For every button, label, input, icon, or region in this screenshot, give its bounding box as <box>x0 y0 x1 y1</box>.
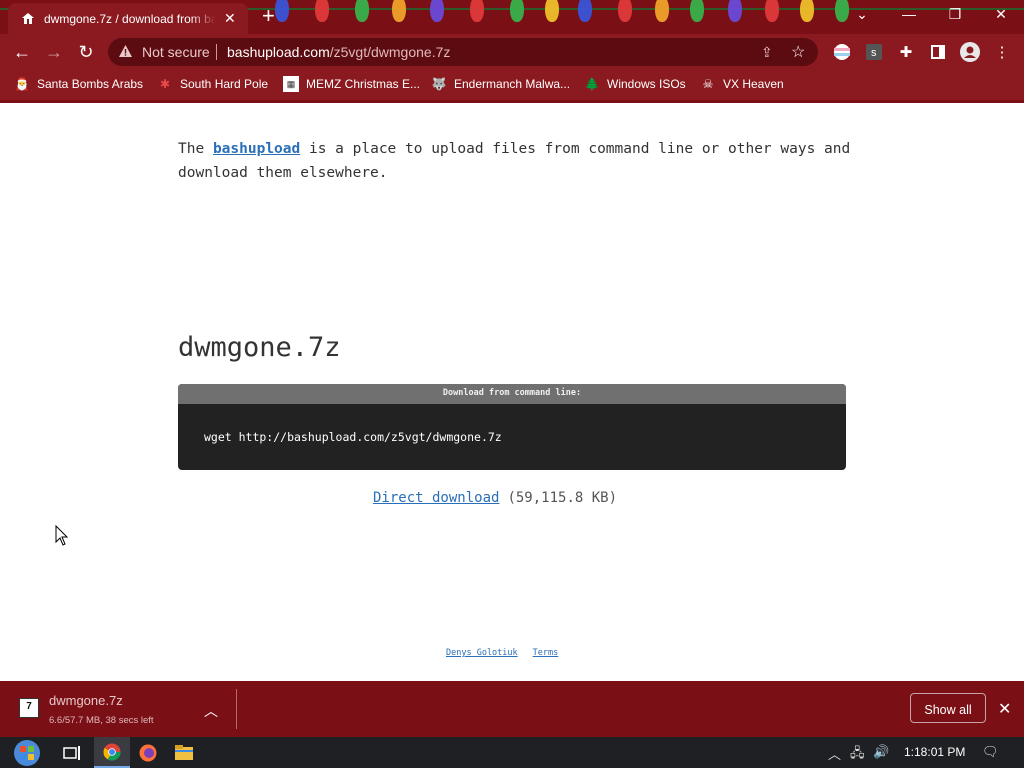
restore-icon[interactable]: ❐ <box>933 6 977 23</box>
bashupload-link[interactable]: bashupload <box>213 141 300 157</box>
light-bulb <box>510 0 524 22</box>
footer: Denys Golotiuk Terms <box>446 648 573 658</box>
profile-avatar-icon[interactable] <box>960 42 980 62</box>
show-all-button[interactable]: Show all <box>910 693 986 723</box>
light-bulb <box>765 0 779 22</box>
forward-icon[interactable]: → <box>42 42 66 63</box>
bookmark-label: Windows ISOs <box>607 77 686 91</box>
light-bulb <box>578 0 592 22</box>
tab-close-icon[interactable]: ✕ <box>224 10 236 27</box>
endermanch-icon: 🐺 <box>431 77 447 91</box>
download-shelf: 7 dwmgone.7z 6.6/57.7 MB, 38 secs left ︿… <box>0 681 1024 737</box>
memz-icon: ▦ <box>283 76 299 92</box>
light-bulb <box>315 0 329 22</box>
bookmark-label: South Hard Pole <box>180 77 269 91</box>
download-status: 6.6/57.7 MB, 38 secs left <box>49 715 154 726</box>
shelf-divider <box>236 689 237 729</box>
close-shelf-icon[interactable]: ✕ <box>998 699 1011 719</box>
svg-text:s: s <box>871 47 877 59</box>
bookmark-star-icon[interactable]: ☆ <box>791 42 805 62</box>
chevron-up-icon[interactable]: ︿ <box>828 744 841 763</box>
intro-prefix: The <box>178 141 205 157</box>
notification-icon[interactable]: 🗨 <box>982 744 999 760</box>
url-host: bashupload.com <box>227 44 330 60</box>
address-bar[interactable]: Not secure bashupload.com/z5vgt/dwmgone.… <box>108 38 818 66</box>
light-bulb <box>392 0 406 22</box>
network-icon[interactable]: 🖧 <box>850 744 865 766</box>
snowflake-icon: ✱ <box>159 77 171 91</box>
bookmark-item[interactable]: ☠ VX Heaven <box>700 76 784 92</box>
url-text[interactable]: bashupload.com/z5vgt/dwmgone.7z <box>227 44 450 60</box>
command-box: Download from command line: wget http://… <box>178 384 846 470</box>
author-link[interactable]: Denys Golotiuk <box>446 648 518 658</box>
minimize-icon[interactable]: — <box>887 6 931 22</box>
light-bulb <box>545 0 559 22</box>
extensions-puzzle-icon[interactable]: ✚ <box>896 42 916 62</box>
file-explorer-icon[interactable] <box>166 737 202 768</box>
toolbar: ← → ↻ Not secure bashupload.com/z5vgt/dw… <box>0 34 1024 70</box>
chevron-up-icon[interactable]: ︿ <box>204 701 218 721</box>
tab-active[interactable]: dwmgone.7z / download from bashupload.co… <box>8 3 248 34</box>
wget-command[interactable]: wget http://bashupload.com/z5vgt/dwmgone… <box>204 430 502 444</box>
firefox-taskbar-icon[interactable] <box>130 737 166 768</box>
direct-download-link[interactable]: Direct download <box>373 490 499 506</box>
tab-search-icon[interactable]: ⌄ <box>840 6 884 23</box>
reload-icon[interactable]: ↻ <box>74 42 98 63</box>
light-bulb <box>355 0 369 22</box>
tab-title: dwmgone.7z / download from bashupload.co… <box>44 11 216 26</box>
taskbar: ︿ 🖧 🔊 1:18:01 PM 🗨 <box>0 737 1024 768</box>
terms-link[interactable]: Terms <box>533 648 559 658</box>
bookmark-item[interactable]: 🎅 Santa Bombs Arabs <box>14 76 144 92</box>
santa-icon: 🎅 <box>14 77 30 91</box>
extension-flag-icon[interactable] <box>832 42 852 62</box>
bookmark-label: VX Heaven <box>723 77 784 91</box>
address-divider <box>216 44 217 60</box>
download-filename: dwmgone.7z <box>49 693 123 708</box>
bookmark-label: MEMZ Christmas E... <box>306 77 421 91</box>
light-bulb <box>655 0 669 22</box>
mouse-cursor-icon <box>55 524 69 551</box>
download-line: Direct download (59,115.8 KB) <box>373 490 617 506</box>
vx-icon: ☠ <box>702 77 714 91</box>
bookmark-item[interactable]: ✱ South Hard Pole <box>157 76 268 92</box>
bashupload-favicon-icon <box>20 11 36 27</box>
intro-text: The bashupload is a place to upload file… <box>178 137 858 185</box>
title-bar: dwmgone.7z / download from bashupload.co… <box>0 0 1024 34</box>
share-icon[interactable]: ⇪ <box>761 44 773 61</box>
warning-icon[interactable] <box>118 44 133 63</box>
light-bulb <box>470 0 484 22</box>
bookmarks-bar: 🎅 Santa Bombs Arabs ✱ South Hard Pole ▦ MEM… <box>0 70 1024 100</box>
chrome-border <box>0 100 1024 103</box>
back-icon[interactable]: ← <box>10 42 34 63</box>
light-bulb <box>275 0 289 22</box>
file-title: dwmgone.7z <box>178 332 341 363</box>
light-bulb <box>800 0 814 22</box>
close-window-icon[interactable]: ✕ <box>979 6 1023 23</box>
light-bulb <box>728 0 742 22</box>
bookmark-label: Endermanch Malwa... <box>454 77 571 91</box>
task-view-icon[interactable] <box>54 737 90 768</box>
chrome-taskbar-icon[interactable] <box>94 737 130 768</box>
bookmark-item[interactable]: 🐺 Endermanch Malwa... <box>431 76 571 92</box>
bookmark-item[interactable]: 🌲 Windows ISOs <box>584 76 686 92</box>
menu-dots-icon[interactable]: ⋮ <box>992 42 1012 62</box>
extension-s-icon[interactable]: s <box>864 42 884 62</box>
new-tab-icon[interactable]: + <box>262 5 275 27</box>
start-button[interactable] <box>6 737 48 768</box>
light-bulb <box>430 0 444 22</box>
archive-file-icon: 7 <box>19 698 39 718</box>
light-bulb <box>618 0 632 22</box>
clock-time[interactable]: 1:18:01 PM <box>904 745 965 759</box>
file-size: (59,115.8 KB) <box>507 490 618 506</box>
bookmark-label: Santa Bombs Arabs <box>37 77 144 91</box>
tree-icon: 🌲 <box>584 77 600 91</box>
volume-icon[interactable]: 🔊 <box>873 744 889 760</box>
command-box-header: Download from command line: <box>178 384 846 404</box>
url-path: /z5vgt/dwmgone.7z <box>329 44 451 60</box>
security-label[interactable]: Not secure <box>142 44 210 60</box>
side-panel-icon[interactable] <box>928 42 948 62</box>
bookmark-item[interactable]: ▦ MEMZ Christmas E... <box>283 76 420 92</box>
light-bulb <box>690 0 704 22</box>
